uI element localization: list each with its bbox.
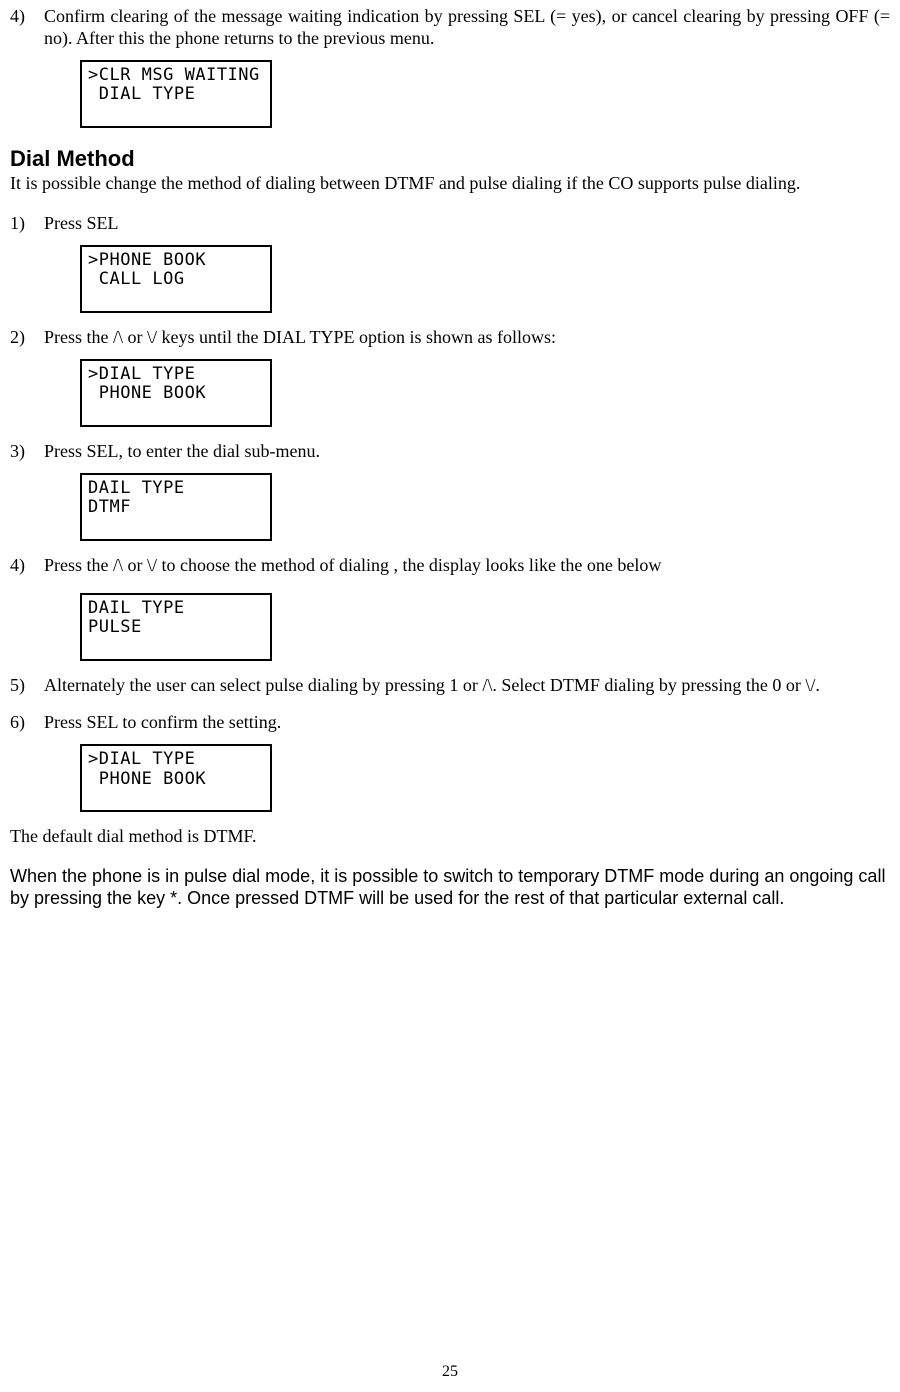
step-3: 3) Press SEL, to enter the dial sub-menu…: [10, 441, 890, 463]
step-2: 2) Press the /\ or \/ keys until the DIA…: [10, 327, 890, 349]
step-number: 2): [10, 327, 44, 349]
step-text: Press the /\ or \/ to choose the method …: [44, 555, 890, 577]
lcd-display-step4: DAIL TYPE PULSE: [80, 593, 890, 661]
lcd-screen: >DIAL TYPE PHONE BOOK: [80, 744, 272, 812]
lcd-display-step6: >DIAL TYPE PHONE BOOK: [80, 744, 890, 812]
step-text: Press SEL, to enter the dial sub-menu.: [44, 441, 890, 463]
section-title-dial-method: Dial Method: [10, 146, 890, 173]
step-text: Press SEL to confirm the setting.: [44, 712, 890, 734]
lcd-screen: DAIL TYPE DTMF: [80, 473, 272, 541]
step-number: 4): [10, 555, 44, 577]
default-dial-note: The default dial method is DTMF.: [10, 826, 890, 848]
step-number: 5): [10, 675, 44, 697]
lcd-display-step1: >PHONE BOOK CALL LOG: [80, 245, 890, 313]
step-6: 6) Press SEL to confirm the setting.: [10, 712, 890, 734]
lcd-display-step3: DAIL TYPE DTMF: [80, 473, 890, 541]
page-number: 25: [0, 1362, 900, 1382]
step-number: 3): [10, 441, 44, 463]
lcd-screen: >PHONE BOOK CALL LOG: [80, 245, 272, 313]
lcd-screen: >DIAL TYPE PHONE BOOK: [80, 359, 272, 427]
lcd-screen: DAIL TYPE PULSE: [80, 593, 272, 661]
lcd-display-step2: >DIAL TYPE PHONE BOOK: [80, 359, 890, 427]
step-text: Press the /\ or \/ keys until the DIAL T…: [44, 327, 890, 349]
lcd-screen: >CLR MSG WAITING DIAL TYPE: [80, 60, 272, 128]
step-text: Press SEL: [44, 213, 890, 235]
step-number: 4): [10, 6, 44, 50]
step-1: 1) Press SEL: [10, 213, 890, 235]
step-5: 5) Alternately the user can select pulse…: [10, 675, 890, 697]
step-text: Alternately the user can select pulse di…: [44, 675, 890, 697]
step-number: 6): [10, 712, 44, 734]
step-4: 4) Press the /\ or \/ to choose the meth…: [10, 555, 890, 577]
step-text: Confirm clearing of the message waiting …: [44, 6, 890, 50]
pulse-dial-note: When the phone is in pulse dial mode, it…: [10, 866, 890, 910]
step-number: 1): [10, 213, 44, 235]
prior-step-4: 4) Confirm clearing of the message waiti…: [10, 6, 890, 50]
section-intro: It is possible change the method of dial…: [10, 173, 890, 195]
lcd-display-1: >CLR MSG WAITING DIAL TYPE: [80, 60, 890, 128]
